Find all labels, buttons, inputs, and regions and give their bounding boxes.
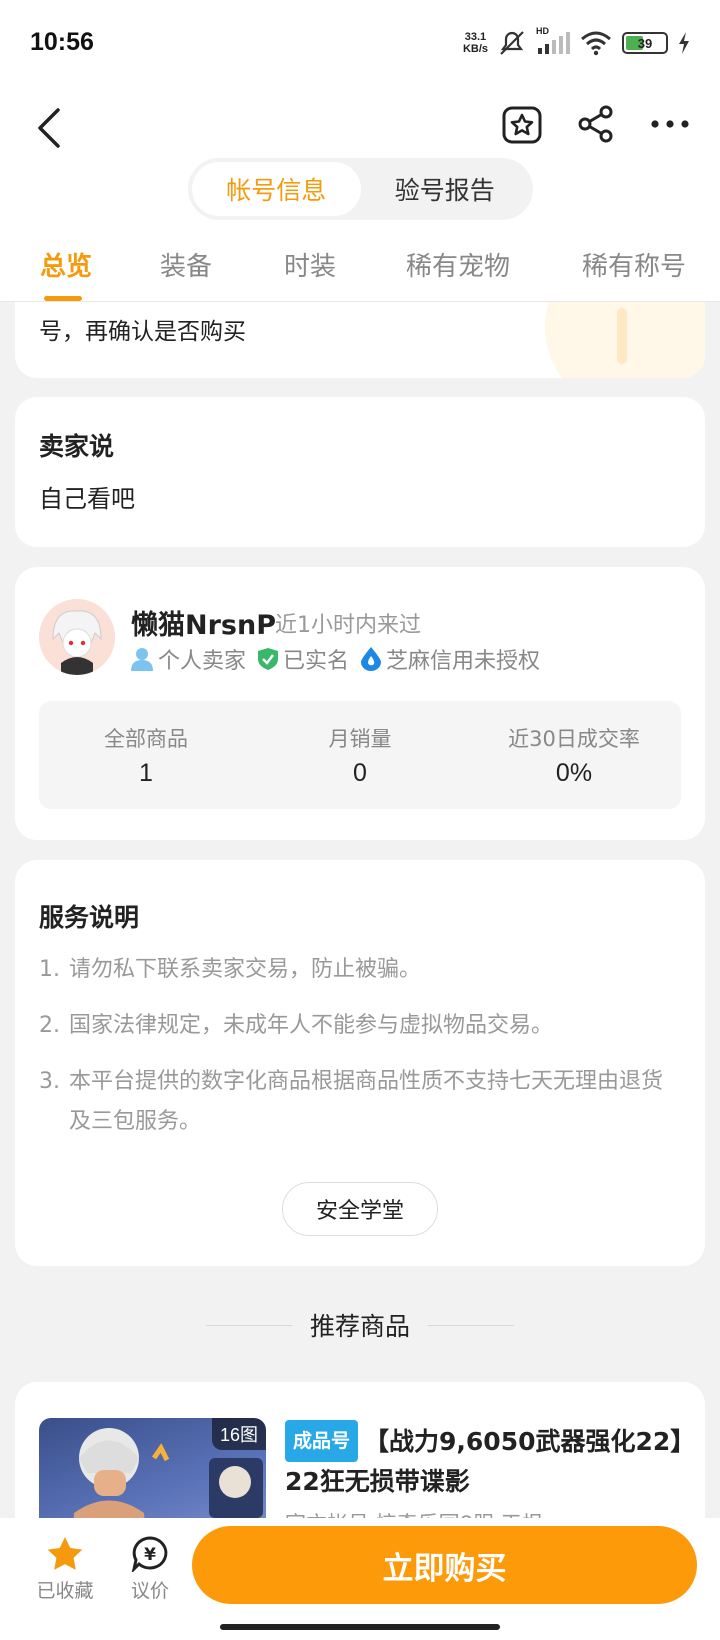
back-button[interactable] <box>30 104 70 152</box>
charging-icon <box>679 32 689 54</box>
svg-text:¥: ¥ <box>144 1545 156 1565</box>
service-card: 服务说明 1. 请勿私下联系卖家交易，防止被骗。 2. 国家法律规定，未成年人不… <box>15 860 705 1266</box>
divider <box>205 1324 292 1326</box>
seller-say-card: 卖家说 自己看吧 <box>15 397 705 547</box>
stat-monthly-sales: 月销量 0 <box>328 726 392 787</box>
tab-overview[interactable]: 总览 <box>40 246 92 283</box>
star-filled-icon <box>47 1537 83 1570</box>
seller-say-title: 卖家说 <box>39 432 115 461</box>
notice-card: 号，再确认是否购买 <box>15 302 705 378</box>
tab-equipment[interactable]: 装备 <box>160 246 212 283</box>
battery-icon: 39 <box>622 32 668 54</box>
stat-deal-rate: 近30日成交率 0% <box>508 726 640 787</box>
segment-account-info[interactable]: 帐号信息 <box>192 162 361 216</box>
tag-sesame-credit: 芝麻信用未授权 <box>361 643 540 675</box>
share-button[interactable] <box>574 102 618 146</box>
cell-signal-icon: HD <box>536 26 570 56</box>
product-title[interactable]: 成品号 【战力9,6050武器强化22】22狂无损带谍影 <box>285 1420 685 1502</box>
image-count-badge: 16图 <box>211 1418 266 1450</box>
stat-all-products[interactable]: 全部商品 1 <box>39 701 253 809</box>
buy-now-button[interactable]: 立即购买 <box>192 1526 697 1604</box>
tag-personal-seller: 个人卖家 <box>131 643 246 675</box>
share-icon <box>578 105 613 143</box>
status-bar: 10:56 33.1 KB/s HD 39 <box>0 0 720 84</box>
more-dots-icon <box>651 120 689 128</box>
info-decoration-icon <box>617 308 627 364</box>
person-icon <box>131 648 153 671</box>
more-button[interactable] <box>648 102 692 146</box>
active-tab-indicator <box>44 296 82 301</box>
seller-last-seen: 近1小时内来过 <box>275 613 421 638</box>
net-speed: 33.1 KB/s <box>462 31 488 55</box>
category-tabs: 总览 装备 时装 稀有宠物 稀有称号 <box>0 224 720 302</box>
notice-text: 号，再确认是否购买 <box>39 319 246 345</box>
divider <box>428 1324 514 1326</box>
bottom-action-bar: 已收藏 ¥ 议价 立即购买 <box>0 1518 720 1640</box>
safety-school-button[interactable]: 安全学堂 <box>282 1182 438 1236</box>
wifi-icon <box>581 31 611 56</box>
sesame-drop-icon <box>361 647 382 671</box>
product-type-badge: 成品号 <box>285 1420 359 1462</box>
status-time: 10:56 <box>30 28 94 56</box>
status-icons: 33.1 KB/s HD 39 <box>462 26 690 56</box>
service-item: 2. 国家法律规定，未成年人不能参与虚拟物品交易。 <box>39 1013 554 1038</box>
bargain-button[interactable]: ¥ 议价 <box>115 1536 185 1603</box>
tab-fashion[interactable]: 时装 <box>284 246 336 283</box>
avatar[interactable] <box>39 599 115 675</box>
service-item: 1. 请勿私下联系卖家交易，防止被骗。 <box>39 957 422 982</box>
avatar-image <box>39 599 115 675</box>
verified-shield-icon <box>258 648 279 670</box>
seller-name: 懒猫NrsnP <box>131 610 276 641</box>
home-indicator[interactable] <box>220 1624 500 1630</box>
info-segment-control: 帐号信息 验号报告 <box>188 158 533 220</box>
star-box-icon <box>502 106 542 144</box>
seller-say-body: 自己看吧 <box>39 485 135 513</box>
seller-tags: 个人卖家 已实名 芝麻信用未授权 <box>131 643 540 675</box>
tag-verified: 已实名 <box>258 643 349 675</box>
seller-card[interactable]: 懒猫NrsnP 近1小时内来过 个人卖家 已实名 芝麻信用未授权 全部商品 1 … <box>15 567 705 840</box>
tab-rare-pets[interactable]: 稀有宠物 <box>406 246 510 283</box>
service-item: 3. 本平台提供的数字化商品根据商品性质不支持七天无理由退货及三包服务。 <box>39 1069 664 1134</box>
recommend-header: 推荐商品 <box>0 1300 720 1350</box>
segment-check-report[interactable]: 验号报告 <box>361 162 530 216</box>
nav-bar: 帐号信息 验号报告 <box>0 84 720 224</box>
mute-icon <box>500 31 524 55</box>
back-arrow-icon <box>38 108 60 148</box>
favorited-button[interactable]: 已收藏 <box>30 1536 100 1603</box>
tab-rare-titles[interactable]: 稀有称号 <box>582 246 686 283</box>
favorite-button[interactable] <box>500 102 544 146</box>
service-title: 服务说明 <box>39 903 140 932</box>
bargain-icon: ¥ <box>131 1536 168 1572</box>
nav-actions <box>500 102 692 146</box>
recommend-title: 推荐商品 <box>309 1312 410 1341</box>
seller-stats: 全部商品 1 月销量 0 近30日成交率 0% <box>39 701 681 809</box>
